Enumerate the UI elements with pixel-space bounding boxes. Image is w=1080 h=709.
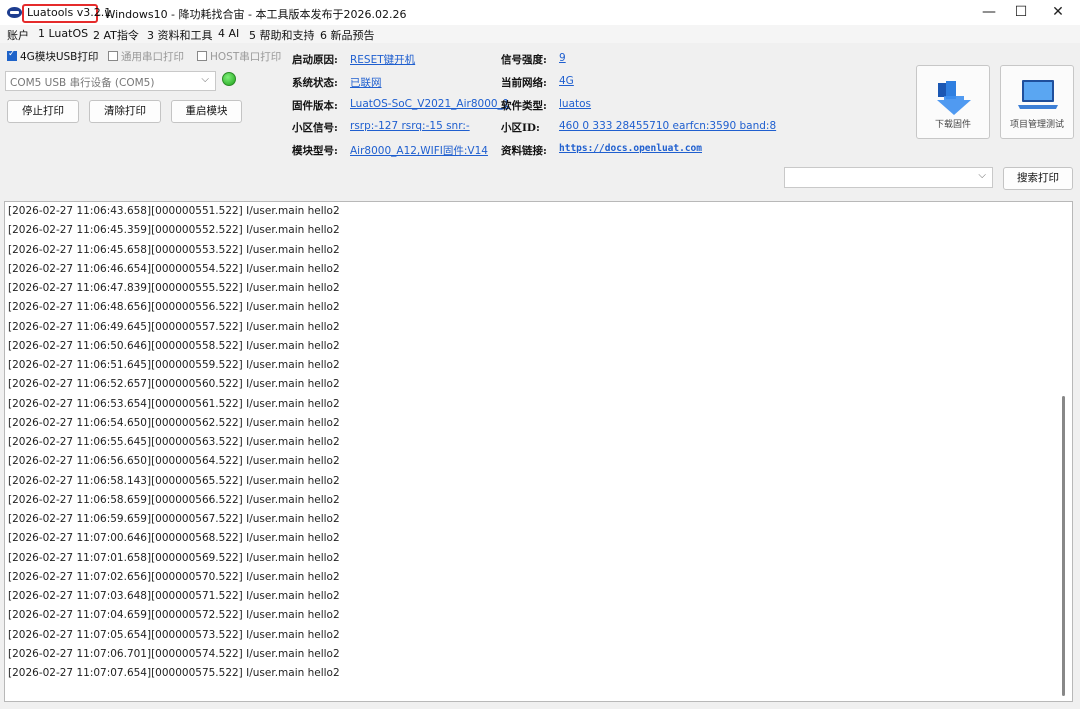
- log-scrollbar[interactable]: [1060, 204, 1068, 699]
- cell-signal-value[interactable]: rsrp:-127 rsrq:-15 snr:-: [350, 120, 470, 132]
- cell-id-value[interactable]: 460 0 333 28455710 earfcn:3590 band:8: [559, 120, 776, 132]
- menu-docs-tools[interactable]: 3 资料和工具: [147, 27, 213, 43]
- project-test-button[interactable]: 项目管理测试: [1000, 65, 1074, 139]
- log-line: [2026-02-27 11:06:53.654][000000561.522]…: [8, 397, 340, 410]
- project-test-label: 项目管理测试: [1009, 120, 1064, 130]
- firmware-version-value[interactable]: LuatOS-SoC_V2021_Air8000_1: [350, 98, 509, 110]
- close-button[interactable]: ✕: [1035, 0, 1080, 25]
- cell-id-label: 小区ID:: [501, 122, 540, 134]
- stop-print-button[interactable]: 停止打印: [7, 100, 79, 123]
- module-model-label: 模块型号:: [292, 145, 338, 157]
- port-select[interactable]: COM5 USB 串行设备 (COM5) ⌵: [5, 71, 216, 91]
- log-line: [2026-02-27 11:07:02.656][000000570.522]…: [8, 570, 340, 583]
- signal-strength-value[interactable]: 9: [559, 52, 566, 64]
- serial-print-checkbox[interactable]: 通用串口打印: [108, 49, 184, 64]
- checkbox-unchecked-icon: [108, 51, 118, 61]
- laptop-icon: [1018, 80, 1058, 109]
- search-print-button[interactable]: 搜索打印: [1003, 167, 1073, 190]
- log-line: [2026-02-27 11:07:05.654][000000573.522]…: [8, 628, 340, 641]
- usb-print-checkbox[interactable]: 4G模块USB打印: [7, 49, 98, 64]
- signal-strength-label: 信号强度:: [501, 54, 547, 66]
- log-line: [2026-02-27 11:07:03.648][000000571.522]…: [8, 590, 340, 602]
- log-line: [2026-02-27 11:07:07.654][000000575.522]…: [8, 667, 340, 679]
- log-line: [2026-02-27 11:07:00.646][000000568.522]…: [8, 532, 340, 545]
- log-line: [2026-02-27 11:06:47.839][000000555.522]…: [8, 282, 340, 294]
- log-line: [2026-02-27 11:06:58.143][000000565.522]…: [8, 474, 340, 487]
- menu-help-support[interactable]: 5 帮助和支持: [249, 27, 315, 43]
- docs-link-value[interactable]: https://docs.openluat.com: [559, 143, 702, 154]
- system-status-value[interactable]: 已联网: [350, 75, 382, 90]
- docs-link-label: 资料链接:: [501, 145, 547, 157]
- log-line: [2026-02-27 11:06:56.650][000000564.522]…: [8, 455, 340, 468]
- log-line: [2026-02-27 11:07:01.658][000000569.522]…: [8, 551, 340, 564]
- menu-bar: 账户 1 LuatOS 2 AT指令 3 资料和工具 4 AI 5 帮助和支持 …: [0, 25, 1080, 43]
- current-network-value[interactable]: 4G: [559, 75, 574, 87]
- log-line: [2026-02-27 11:06:54.650][000000562.522]…: [8, 416, 340, 429]
- restart-module-button[interactable]: 重启模块: [171, 100, 242, 123]
- scrollbar-thumb[interactable]: [1062, 396, 1065, 696]
- download-arrow-icon: [937, 81, 971, 115]
- log-line: [2026-02-27 11:06:45.658][000000553.522]…: [8, 243, 340, 256]
- log-line: [2026-02-27 11:06:45.359][000000552.522]…: [8, 224, 340, 237]
- title-bar: Luatools v3.2.1 - Windows10 - 降功耗找合宙 - 本…: [0, 0, 1080, 25]
- chevron-down-icon: ⌵: [978, 170, 986, 181]
- current-network-label: 当前网络:: [501, 77, 547, 89]
- log-line: [2026-02-27 11:07:04.659][000000572.522]…: [8, 609, 340, 622]
- chevron-down-icon: ⌵: [201, 74, 209, 85]
- connection-status-led: [222, 72, 236, 86]
- cell-signal-label: 小区信号:: [292, 122, 338, 134]
- download-firmware-label: 下载固件: [934, 120, 971, 130]
- host-serial-print-checkbox[interactable]: HOST串口打印: [197, 49, 281, 64]
- menu-new-products[interactable]: 6 新品预告: [320, 27, 375, 43]
- checkbox-unchecked-icon: [197, 51, 207, 61]
- log-output[interactable]: [2026-02-27 11:06:43.658][000000551.522]…: [4, 201, 1073, 702]
- boot-reason-value[interactable]: RESET键开机: [350, 52, 415, 67]
- firmware-version-label: 固件版本:: [292, 100, 338, 112]
- menu-at-commands[interactable]: 2 AT指令: [93, 27, 139, 43]
- boot-reason-label: 启动原因:: [292, 54, 338, 66]
- log-line: [2026-02-27 11:06:58.659][000000566.522]…: [8, 493, 340, 506]
- log-line: [2026-02-27 11:06:48.656][000000556.522]…: [8, 301, 340, 314]
- log-line: [2026-02-27 11:06:49.645][000000557.522]…: [8, 320, 340, 333]
- log-line: [2026-02-27 11:06:59.659][000000567.522]…: [8, 513, 340, 525]
- search-select[interactable]: ⌵: [784, 167, 993, 188]
- log-line: [2026-02-27 11:06:51.645][000000559.522]…: [8, 359, 340, 371]
- system-status-label: 系统状态:: [292, 77, 338, 89]
- menu-ai[interactable]: 4 AI: [218, 27, 239, 40]
- menu-luatos[interactable]: 1 LuatOS: [38, 27, 88, 40]
- log-line: [2026-02-27 11:06:55.645][000000563.522]…: [8, 436, 340, 448]
- download-firmware-button[interactable]: 下载固件: [916, 65, 990, 139]
- log-line: [2026-02-27 11:07:06.701][000000574.522]…: [8, 647, 340, 660]
- luatools-logo-icon: [7, 7, 22, 18]
- port-select-value: COM5 USB 串行设备 (COM5): [10, 77, 155, 89]
- log-line: [2026-02-27 11:06:50.646][000000558.522]…: [8, 339, 340, 352]
- log-line: [2026-02-27 11:06:52.657][000000560.522]…: [8, 378, 340, 391]
- window-title: - Windows10 - 降功耗找合宙 - 本工具版本发布于2026.02.2…: [97, 8, 407, 21]
- checkbox-checked-icon: [7, 49, 17, 61]
- module-model-value[interactable]: Air8000_A12,WIFI固件:V14: [350, 143, 488, 158]
- menu-account[interactable]: 账户: [7, 27, 29, 43]
- clear-print-button[interactable]: 清除打印: [89, 100, 161, 123]
- log-line: [2026-02-27 11:06:43.658][000000551.522]…: [8, 205, 340, 217]
- software-type-label: 软件类型:: [501, 100, 547, 112]
- log-line: [2026-02-27 11:06:46.654][000000554.522]…: [8, 262, 340, 275]
- software-type-value[interactable]: luatos: [559, 98, 591, 110]
